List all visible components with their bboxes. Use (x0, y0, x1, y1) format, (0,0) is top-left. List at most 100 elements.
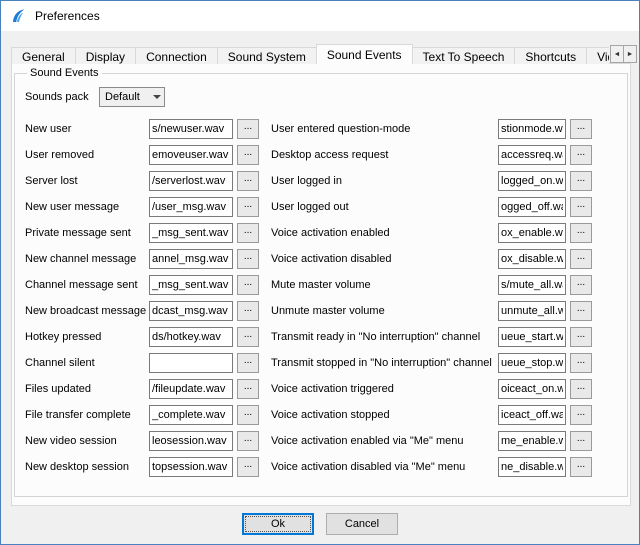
tab-display[interactable]: Display (75, 47, 136, 64)
left-event-input[interactable] (149, 327, 233, 347)
tab-text-to-speech[interactable]: Text To Speech (412, 47, 516, 64)
sound-events-groupbox: Sound Events Sounds pack Default New use… (14, 67, 628, 497)
sounds-pack-row: Sounds pack Default (25, 87, 619, 107)
left-browse-button[interactable]: ... (237, 197, 259, 217)
right-event-label: Voice activation enabled (271, 227, 498, 239)
left-event-label: Files updated (25, 383, 149, 395)
left-browse-button[interactable]: ... (237, 379, 259, 399)
right-event-label: Voice activation disabled (271, 253, 498, 265)
tab-label: Text To Speech (423, 50, 505, 64)
right-event-label: Voice activation stopped (271, 409, 498, 421)
left-event-label: File transfer complete (25, 409, 149, 421)
right-event-input[interactable] (498, 223, 566, 243)
left-browse-button[interactable]: ... (237, 405, 259, 425)
right-browse-button[interactable]: ... (570, 171, 592, 191)
tab-general[interactable]: General (11, 47, 76, 64)
left-browse-button[interactable]: ... (237, 431, 259, 451)
left-event-input[interactable] (149, 145, 233, 165)
right-event-label: User entered question-mode (271, 123, 498, 135)
right-browse-button[interactable]: ... (570, 379, 592, 399)
dialog-buttons: Ok Cancel (1, 513, 639, 535)
right-browse-button[interactable]: ... (570, 249, 592, 269)
right-browse-button[interactable]: ... (570, 223, 592, 243)
sound-event-row: Files updated ... Voice activation trigg… (25, 376, 619, 402)
right-event-input[interactable] (498, 197, 566, 217)
right-browse-button[interactable]: ... (570, 431, 592, 451)
right-browse-button[interactable]: ... (570, 197, 592, 217)
right-event-input[interactable] (498, 171, 566, 191)
tab-sound-system[interactable]: Sound System (217, 47, 317, 64)
sounds-pack-select[interactable]: Default (99, 87, 165, 107)
left-event-label: User removed (25, 149, 149, 161)
right-browse-button[interactable]: ... (570, 327, 592, 347)
sounds-pack-label: Sounds pack (25, 91, 99, 103)
tab-label: Sound System (228, 50, 306, 64)
sound-event-row: Channel message sent ... Mute master vol… (25, 272, 619, 298)
left-browse-button[interactable]: ... (237, 171, 259, 191)
left-event-input[interactable] (149, 431, 233, 451)
right-browse-button[interactable]: ... (570, 353, 592, 373)
left-event-input[interactable] (149, 249, 233, 269)
tab-connection[interactable]: Connection (135, 47, 218, 64)
left-event-input[interactable] (149, 275, 233, 295)
left-browse-button[interactable]: ... (237, 327, 259, 347)
tab-shortcuts[interactable]: Shortcuts (514, 47, 587, 64)
left-event-input[interactable] (149, 223, 233, 243)
right-browse-button[interactable]: ... (570, 405, 592, 425)
left-event-input[interactable] (149, 353, 233, 373)
right-browse-button[interactable]: ... (570, 119, 592, 139)
tab-label: Connection (146, 50, 207, 64)
tab-scroll-right-button[interactable]: ► (623, 45, 637, 63)
left-event-input[interactable] (149, 457, 233, 477)
right-event-input[interactable] (498, 353, 566, 373)
left-browse-button[interactable]: ... (237, 249, 259, 269)
left-event-input[interactable] (149, 405, 233, 425)
left-event-input[interactable] (149, 197, 233, 217)
left-event-input[interactable] (149, 171, 233, 191)
left-browse-button[interactable]: ... (237, 301, 259, 321)
right-event-input[interactable] (498, 379, 566, 399)
sound-event-row: Hotkey pressed ... Transmit ready in "No… (25, 324, 619, 350)
tab-label: Sound Events (327, 48, 402, 62)
tab-scroll-left-button[interactable]: ◄ (610, 45, 624, 63)
right-event-input[interactable] (498, 249, 566, 269)
right-browse-button[interactable]: ... (570, 457, 592, 477)
left-browse-button[interactable]: ... (237, 223, 259, 243)
left-browse-button[interactable]: ... (237, 119, 259, 139)
left-browse-button[interactable]: ... (237, 275, 259, 295)
left-browse-button[interactable]: ... (237, 145, 259, 165)
right-event-label: User logged in (271, 175, 498, 187)
right-event-input[interactable] (498, 405, 566, 425)
sound-event-row: New channel message ... Voice activation… (25, 246, 619, 272)
chevron-down-icon (150, 91, 164, 103)
right-event-input[interactable] (498, 457, 566, 477)
right-event-label: Voice activation triggered (271, 383, 498, 395)
tab-label: Display (86, 50, 125, 64)
right-event-label: Mute master volume (271, 279, 498, 291)
left-browse-button[interactable]: ... (237, 457, 259, 477)
sound-event-row: New desktop session ... Voice activation… (25, 454, 619, 480)
right-event-label: Transmit stopped in "No interruption" ch… (271, 357, 498, 369)
right-event-input[interactable] (498, 145, 566, 165)
right-event-input[interactable] (498, 119, 566, 139)
right-browse-button[interactable]: ... (570, 301, 592, 321)
ok-button[interactable]: Ok (242, 513, 314, 535)
right-event-input[interactable] (498, 327, 566, 347)
right-event-input[interactable] (498, 301, 566, 321)
left-event-label: New broadcast message (25, 305, 149, 317)
right-browse-button[interactable]: ... (570, 145, 592, 165)
right-browse-button[interactable]: ... (570, 275, 592, 295)
right-event-label: Voice activation disabled via "Me" menu (271, 461, 498, 473)
left-event-input[interactable] (149, 301, 233, 321)
tab-video[interactable]: Video (586, 47, 609, 64)
left-event-label: New video session (25, 435, 149, 447)
left-event-input[interactable] (149, 379, 233, 399)
cancel-button[interactable]: Cancel (326, 513, 398, 535)
left-event-input[interactable] (149, 119, 233, 139)
sound-event-row: New user message ... User logged out ... (25, 194, 619, 220)
right-event-input[interactable] (498, 275, 566, 295)
tab-bar-wrap: General Display Connection Sound System … (11, 44, 609, 64)
left-browse-button[interactable]: ... (237, 353, 259, 373)
tab-sound-events[interactable]: Sound Events (316, 44, 413, 64)
right-event-input[interactable] (498, 431, 566, 451)
